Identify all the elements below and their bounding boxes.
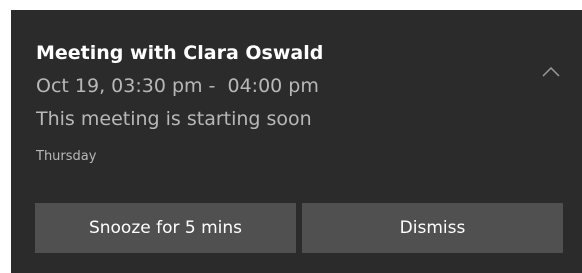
chevron-up-icon bbox=[542, 67, 560, 77]
snooze-button[interactable]: Snooze for 5 mins bbox=[35, 203, 296, 253]
notification-title: Meeting with Clara Oswald bbox=[36, 42, 324, 64]
notification-day: Thursday bbox=[36, 149, 97, 164]
dismiss-button[interactable]: Dismiss bbox=[302, 203, 563, 253]
meeting-time: Oct 19, 03:30 pm - 04:00 pm bbox=[36, 75, 319, 97]
collapse-button[interactable] bbox=[539, 62, 563, 82]
notification-message: This meeting is starting soon bbox=[36, 108, 312, 130]
meeting-reminder-toast: Meeting with Clara Oswald Oct 19, 03:30 … bbox=[11, 10, 582, 273]
